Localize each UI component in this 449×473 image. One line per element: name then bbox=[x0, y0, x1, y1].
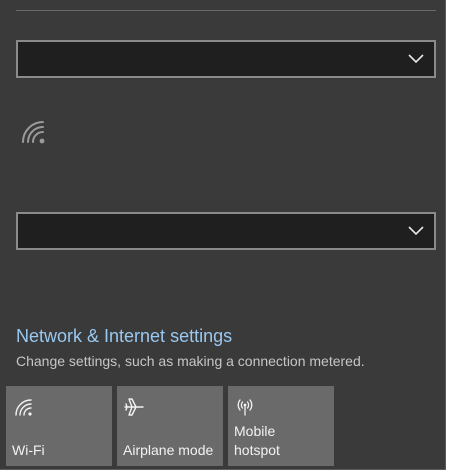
wifi-icon bbox=[15, 399, 32, 416]
mobile-hotspot-icon bbox=[237, 399, 253, 416]
chevron-down-icon bbox=[408, 226, 424, 236]
chevron-down-icon bbox=[408, 54, 424, 64]
network-dropdown-1[interactable] bbox=[16, 40, 436, 78]
network-dropdown-2[interactable] bbox=[16, 212, 436, 250]
mobile-hotspot-tile-label: Mobile hotspot bbox=[234, 423, 280, 458]
mobile-hotspot-tile[interactable]: Mobile hotspot bbox=[228, 386, 334, 466]
network-flyout: Network & Internet settings Change setti… bbox=[0, 0, 446, 470]
wifi-tile-label: Wi-Fi bbox=[12, 442, 45, 458]
network-internet-settings-link[interactable]: Network & Internet settings bbox=[16, 326, 232, 347]
wifi-signal-icon bbox=[22, 121, 45, 144]
airplane-mode-tile-label: Airplane mode bbox=[123, 442, 214, 458]
divider bbox=[16, 10, 436, 11]
network-settings-description: Change settings, such as making a connec… bbox=[16, 353, 365, 369]
airplane-mode-tile[interactable]: Airplane mode bbox=[117, 386, 223, 466]
wifi-tile[interactable]: Wi-Fi bbox=[6, 386, 112, 466]
airplane-icon bbox=[124, 398, 144, 416]
